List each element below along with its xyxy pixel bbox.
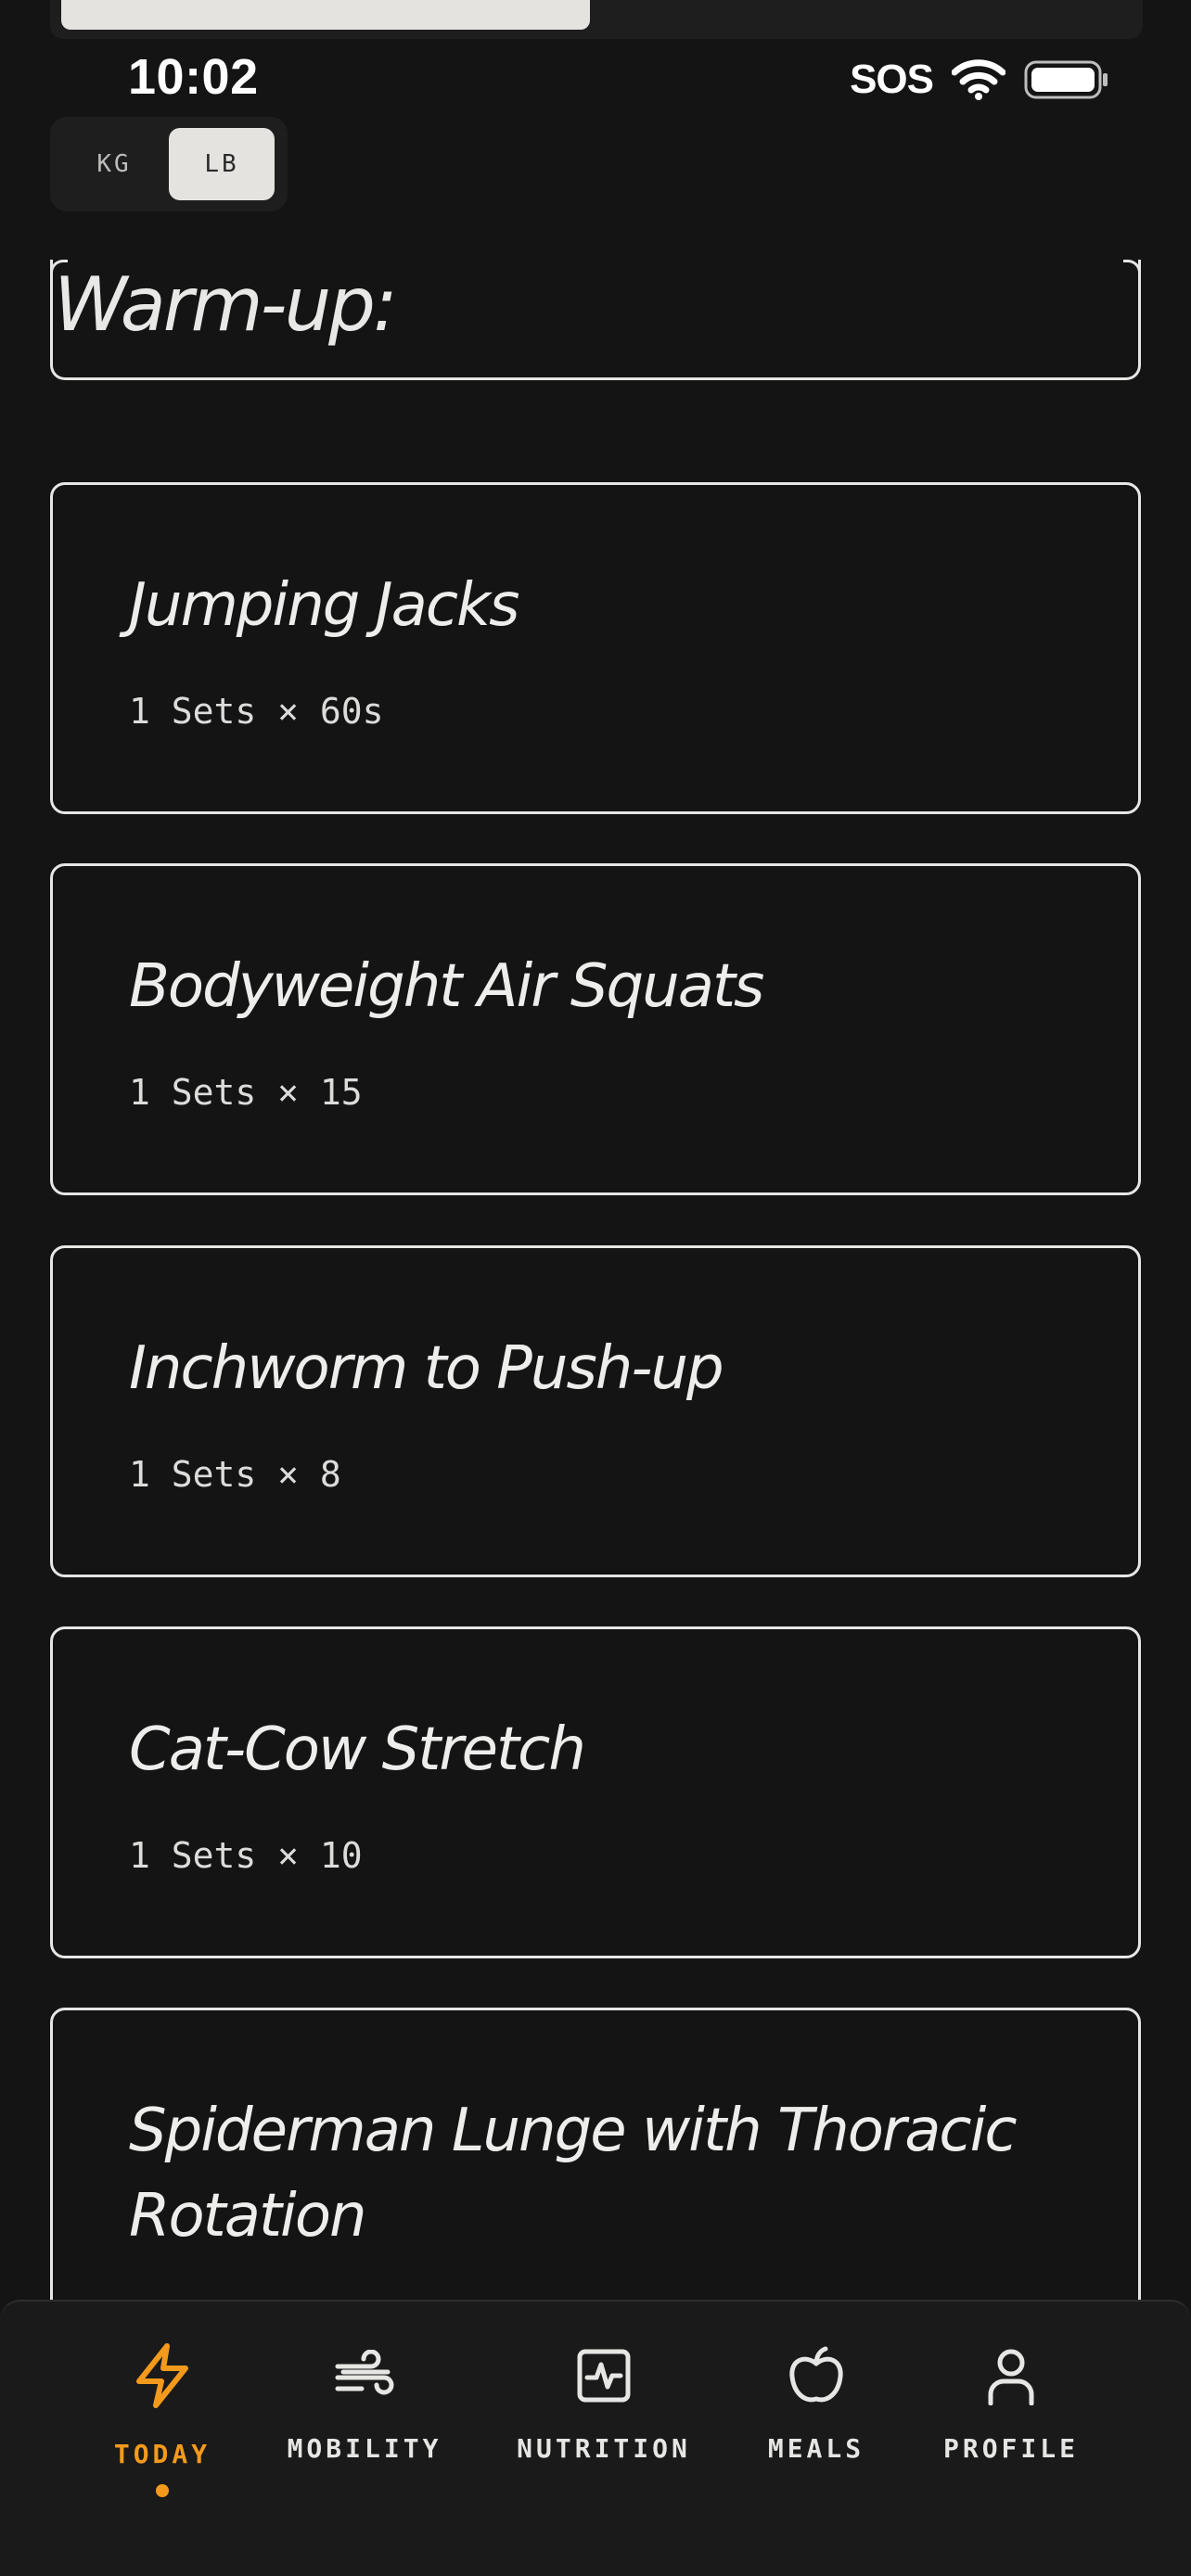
tab-label: MOBILITY	[287, 2433, 442, 2464]
wifi-icon	[952, 59, 1005, 100]
tab-meals[interactable]: MEALS	[714, 2342, 918, 2464]
exercise-card[interactable]: Cat-Cow Stretch 1 Sets × 10	[50, 1626, 1141, 1958]
exercise-name: Jumping Jacks	[129, 571, 519, 640]
status-time: 10:02	[128, 49, 259, 105]
apple-icon	[783, 2342, 850, 2409]
unit-toggle: KG LB	[50, 117, 288, 211]
tab-nutrition[interactable]: NUTRITION	[502, 2342, 706, 2464]
exercise-card[interactable]: Bodyweight Air Squats 1 Sets × 15	[50, 863, 1141, 1195]
top-segment-selected[interactable]	[61, 0, 590, 30]
lightning-bolt-icon	[129, 2342, 196, 2409]
tab-label: NUTRITION	[517, 2433, 691, 2464]
tab-label: PROFILE	[942, 2433, 1079, 2464]
exercise-card[interactable]: Jumping Jacks 1 Sets × 60s	[50, 482, 1141, 814]
exercise-name: Cat-Cow Stretch	[129, 1715, 586, 1784]
bottom-tab-bar: TODAY MOBILITY NUTRITION MEALS PROFILE	[0, 2300, 1191, 2576]
section-title: Warm-up:	[54, 261, 398, 348]
exercise-sets: 1 Sets × 8	[129, 1454, 341, 1495]
exercise-name: Spiderman Lunge with Thoracic Rotation	[129, 2097, 1018, 2251]
tab-profile[interactable]: PROFILE	[909, 2342, 1113, 2464]
battery-icon	[1024, 60, 1108, 99]
person-icon	[978, 2342, 1044, 2409]
tab-label: MEALS	[767, 2433, 865, 2464]
exercise-sets: 1 Sets × 60s	[129, 691, 384, 732]
exercise-sets: 1 Sets × 15	[129, 1072, 363, 1113]
tab-label: TODAY	[113, 2439, 211, 2469]
exercise-name: Bodyweight Air Squats	[129, 952, 764, 1021]
tab-today[interactable]: TODAY	[60, 2342, 264, 2497]
unit-lb-button[interactable]: LB	[169, 128, 275, 200]
exercise-sets: 1 Sets × 10	[129, 1835, 363, 1876]
sos-indicator: SOS	[850, 57, 934, 102]
status-indicators: SOS	[850, 54, 1109, 106]
exercise-name: Inchworm to Push-up	[129, 1334, 724, 1403]
unit-kg-button[interactable]: KG	[61, 128, 167, 200]
activity-square-icon	[570, 2342, 637, 2409]
tab-mobility[interactable]: MOBILITY	[263, 2342, 467, 2464]
active-indicator-dot	[156, 2484, 169, 2497]
top-segmented-control[interactable]	[50, 0, 1143, 39]
wind-icon	[331, 2342, 398, 2409]
exercise-card[interactable]: Inchworm to Push-up 1 Sets × 8	[50, 1245, 1141, 1577]
